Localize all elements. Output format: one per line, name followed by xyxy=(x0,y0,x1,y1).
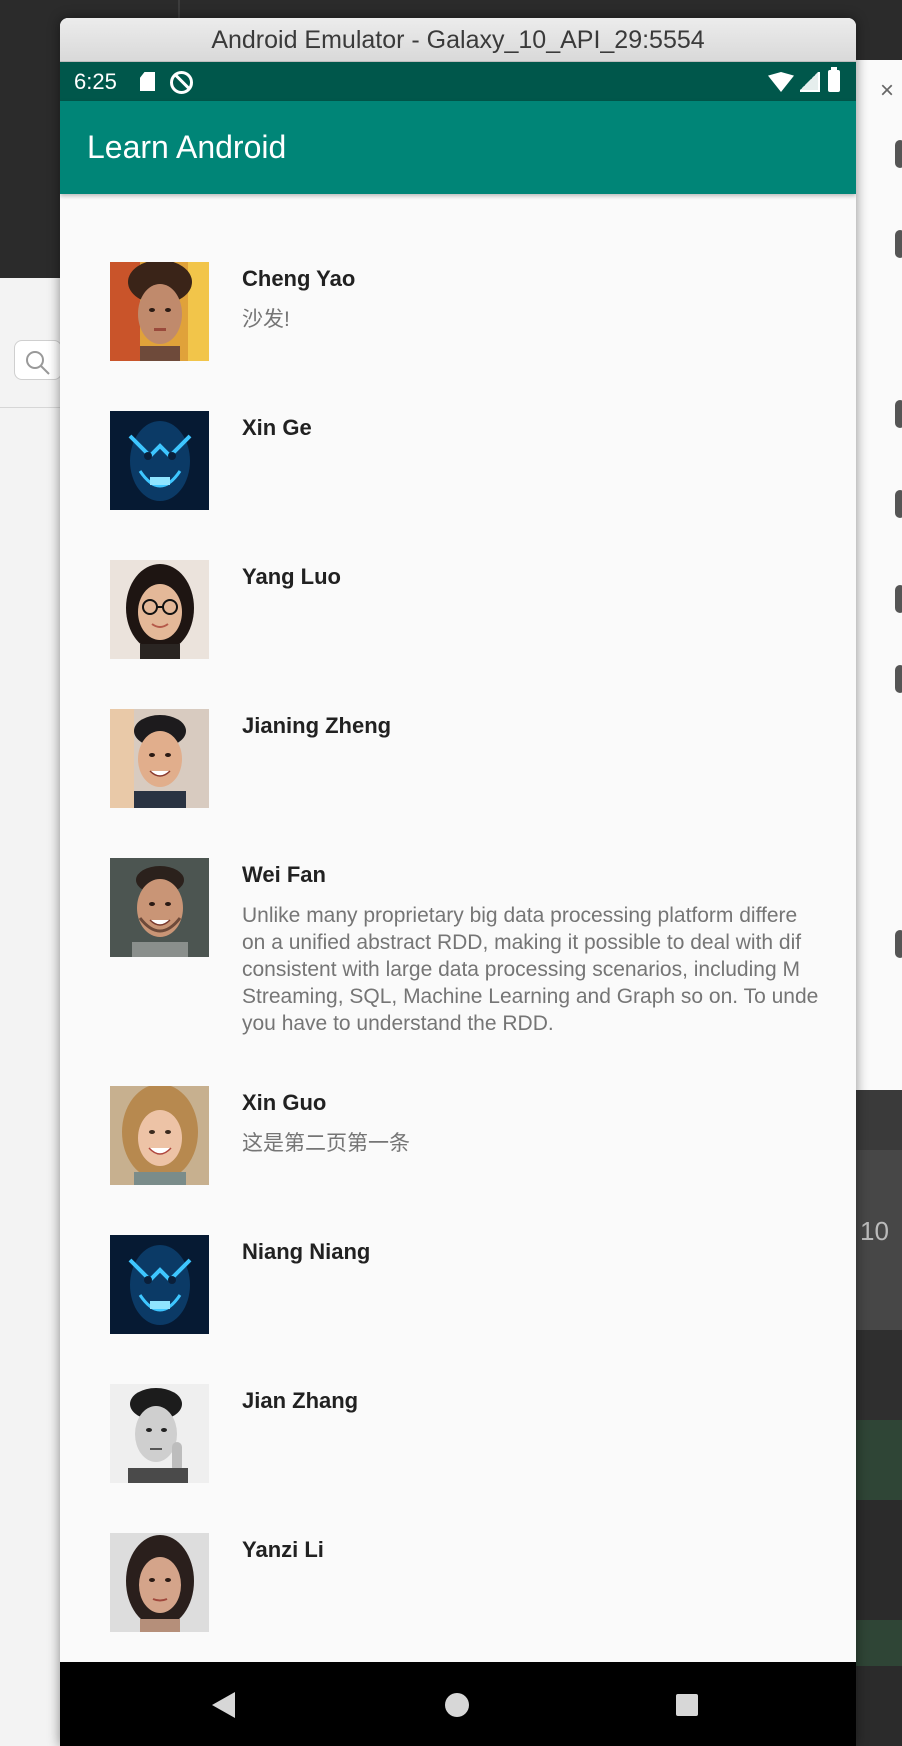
message-line: consistent with large data processing sc… xyxy=(242,958,800,981)
cell-signal-icon xyxy=(800,72,820,92)
contact-name: Yang Luo xyxy=(242,564,341,589)
contact-name: Jianing Zheng xyxy=(242,713,392,738)
message-line: Streaming, SQL, Machine Learning and Gra… xyxy=(242,985,819,1008)
contact-message: Unlike many proprietary big data process… xyxy=(242,902,856,1037)
toolbar-glyph-icon xyxy=(895,930,902,958)
status-time: 6:25 xyxy=(74,69,117,94)
battery-icon xyxy=(828,67,840,92)
back-icon[interactable] xyxy=(212,1692,235,1718)
window-title: Android Emulator - Galaxy_10_API_29:5554 xyxy=(60,18,856,62)
emulator-window: Android Emulator - Galaxy_10_API_29:5554… xyxy=(60,18,856,1746)
contact-name: Xin Guo xyxy=(242,1090,327,1115)
avatar xyxy=(110,1384,209,1483)
avatar xyxy=(110,262,209,361)
contact-name: Wei Fan xyxy=(242,862,326,887)
avatar xyxy=(110,560,209,659)
search-icon xyxy=(26,351,50,375)
contact-message: 沙发! xyxy=(242,308,290,331)
background-green-panel xyxy=(856,1620,902,1666)
toolbar-glyph-icon xyxy=(895,585,902,613)
avatar xyxy=(110,411,209,510)
background-search-box[interactable] xyxy=(14,340,62,380)
wifi-icon xyxy=(768,72,794,92)
background-left-panel xyxy=(0,278,62,1746)
toolbar-glyph-icon xyxy=(895,665,902,693)
close-icon[interactable]: × xyxy=(880,78,894,104)
contact-name: Xin Ge xyxy=(242,415,312,440)
contact-name: Niang Niang xyxy=(242,1239,371,1264)
avatar xyxy=(110,1533,209,1632)
recents-icon[interactable] xyxy=(676,1694,698,1716)
background-panel-text: 10 xyxy=(860,1216,889,1246)
background-dark-panel xyxy=(856,1330,902,1420)
background-divider xyxy=(178,0,180,18)
app-title: Learn Android xyxy=(87,129,287,165)
background-dark-panel xyxy=(856,1500,902,1620)
navigation-bar xyxy=(60,1662,856,1746)
toolbar-glyph-icon xyxy=(895,490,902,518)
message-line: you have to understand the RDD. xyxy=(242,1012,554,1035)
toolbar-glyph-icon xyxy=(895,400,902,428)
avatar xyxy=(110,1086,209,1185)
contact-message: 这是第二页第一条 xyxy=(242,1132,410,1155)
contact-name: Jian Zhang xyxy=(242,1388,359,1413)
message-line: Unlike many proprietary big data process… xyxy=(242,904,798,927)
avatar xyxy=(110,858,209,957)
message-line: on a unified abstract RDD, making it pos… xyxy=(242,931,802,954)
contact-name: Yanzi Li xyxy=(242,1537,324,1562)
home-icon[interactable] xyxy=(445,1693,469,1717)
background-dark-panel xyxy=(856,1090,902,1150)
sync-off-icon xyxy=(170,71,193,94)
background-green-panel xyxy=(856,1420,902,1500)
status-bar: 6:25 xyxy=(60,62,856,101)
avatar xyxy=(110,709,209,808)
toolbar-glyph-icon xyxy=(895,140,902,168)
app-bar: Learn Android xyxy=(60,101,856,194)
avatar xyxy=(110,1235,209,1334)
toolbar-glyph-icon xyxy=(895,230,902,258)
contact-list[interactable]: Cheng Yao 沙发! Xin Ge Yang Luo Jianing Zh… xyxy=(60,194,856,1680)
contact-name: Cheng Yao xyxy=(242,266,356,291)
background-left-divider xyxy=(0,407,62,408)
background-dark-panel: 10 xyxy=(856,1150,902,1330)
sd-card-icon xyxy=(140,72,155,91)
